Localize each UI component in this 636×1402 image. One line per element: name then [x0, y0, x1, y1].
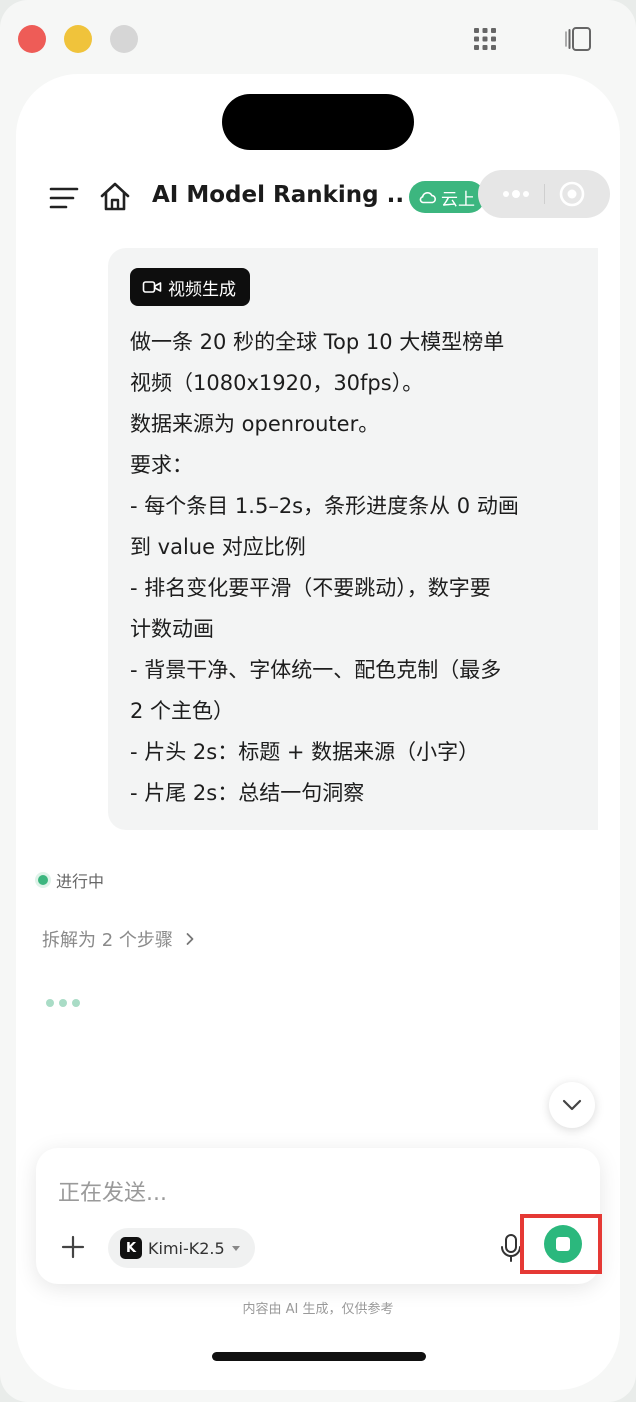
cloud-badge-label: 云上: [441, 189, 475, 210]
model-selector[interactable]: K Kimi-K2.5: [108, 1228, 255, 1268]
cloud-icon: [419, 191, 436, 204]
message-line: 计数动画: [130, 617, 214, 641]
cloud-badge: 云上: [409, 181, 485, 213]
kimi-logo-icon: K: [120, 1237, 142, 1259]
more-icon[interactable]: [496, 170, 542, 218]
sidebar-toggle-icon[interactable]: [564, 24, 594, 54]
message-line: 到 value 对应比例: [130, 535, 306, 559]
miniprogram-capsule: [478, 170, 610, 218]
tag-label: 视频生成: [168, 279, 236, 300]
message-input[interactable]: [56, 1174, 480, 1212]
page-title: AI Model Ranking ...: [152, 182, 402, 208]
capsule-divider: [544, 184, 545, 204]
caret-down-icon: [231, 1246, 240, 1251]
stop-icon: [556, 1237, 570, 1251]
home-icon[interactable]: [98, 180, 132, 214]
zoom-window-button[interactable]: [110, 25, 138, 53]
message-text: 做一条 20 秒的全球 Top 10 大模型榜单 视频（1080x1920，30…: [130, 322, 580, 814]
user-message-bubble: 视频生成 做一条 20 秒的全球 Top 10 大模型榜单 视频（1080x19…: [108, 248, 598, 830]
app-header: AI Model Ranking ... 云上: [16, 170, 620, 228]
chevron-down-icon: [562, 1099, 582, 1111]
message-line: - 每个条目 1.5–2s，条形进度条从 0 动画: [130, 494, 519, 518]
chevron-right-icon: [186, 933, 194, 945]
phone-frame: AI Model Ranking ... 云上 视频生成 做一条 20 秒的全球…: [16, 74, 620, 1390]
video-camera-icon: [142, 281, 162, 293]
menu-icon[interactable]: [48, 184, 80, 212]
status-text: 进行中: [56, 872, 105, 891]
typing-dot: [72, 999, 80, 1007]
stop-button-highlight: [520, 1214, 602, 1274]
steps-label: 拆解为 2 个步骤: [42, 930, 173, 951]
message-line: - 排名变化要平滑（不要跳动），数字要: [130, 576, 491, 600]
minimize-window-button[interactable]: [64, 25, 92, 53]
stop-generation-button[interactable]: [544, 1225, 582, 1263]
status-dot: [38, 875, 48, 885]
steps-toggle[interactable]: 拆解为 2 个步骤: [42, 924, 197, 954]
video-generation-tag: 视频生成: [130, 268, 250, 306]
typing-dot: [46, 999, 54, 1007]
model-label: Kimi-K2.5: [148, 1238, 225, 1258]
dynamic-island: [222, 94, 414, 150]
close-window-button[interactable]: [18, 25, 46, 53]
message-line: 数据来源为 openrouter。: [130, 412, 380, 436]
scroll-to-bottom-button[interactable]: [549, 1082, 595, 1128]
message-line: 要求：: [130, 453, 193, 477]
message-line: 做一条 20 秒的全球 Top 10 大模型榜单: [130, 330, 505, 354]
window-titlebar: [0, 0, 636, 78]
typing-indicator: [46, 992, 96, 1007]
typing-dot: [59, 999, 67, 1007]
add-attachment-icon[interactable]: [60, 1234, 86, 1260]
message-line: - 片尾 2s：总结一句洞察: [130, 781, 365, 805]
message-line: - 背景干净、字体统一、配色克制（最多: [130, 658, 502, 682]
message-line: - 片头 2s：标题 + 数据来源（小字）: [130, 740, 480, 764]
progress-status: 进行中: [38, 866, 104, 894]
composer: K Kimi-K2.5: [36, 1148, 602, 1284]
exit-target-icon[interactable]: [558, 180, 586, 208]
message-line: 2 个主色）: [130, 699, 235, 723]
grid-icon[interactable]: [472, 26, 498, 52]
app-window: AI Model Ranking ... 云上 视频生成 做一条 20 秒的全球…: [0, 0, 636, 1402]
home-indicator: [212, 1352, 426, 1361]
message-line: 视频（1080x1920，30fps）。: [130, 371, 424, 395]
ai-disclaimer: 内容由 AI 生成，仅供参考: [242, 1302, 394, 1317]
